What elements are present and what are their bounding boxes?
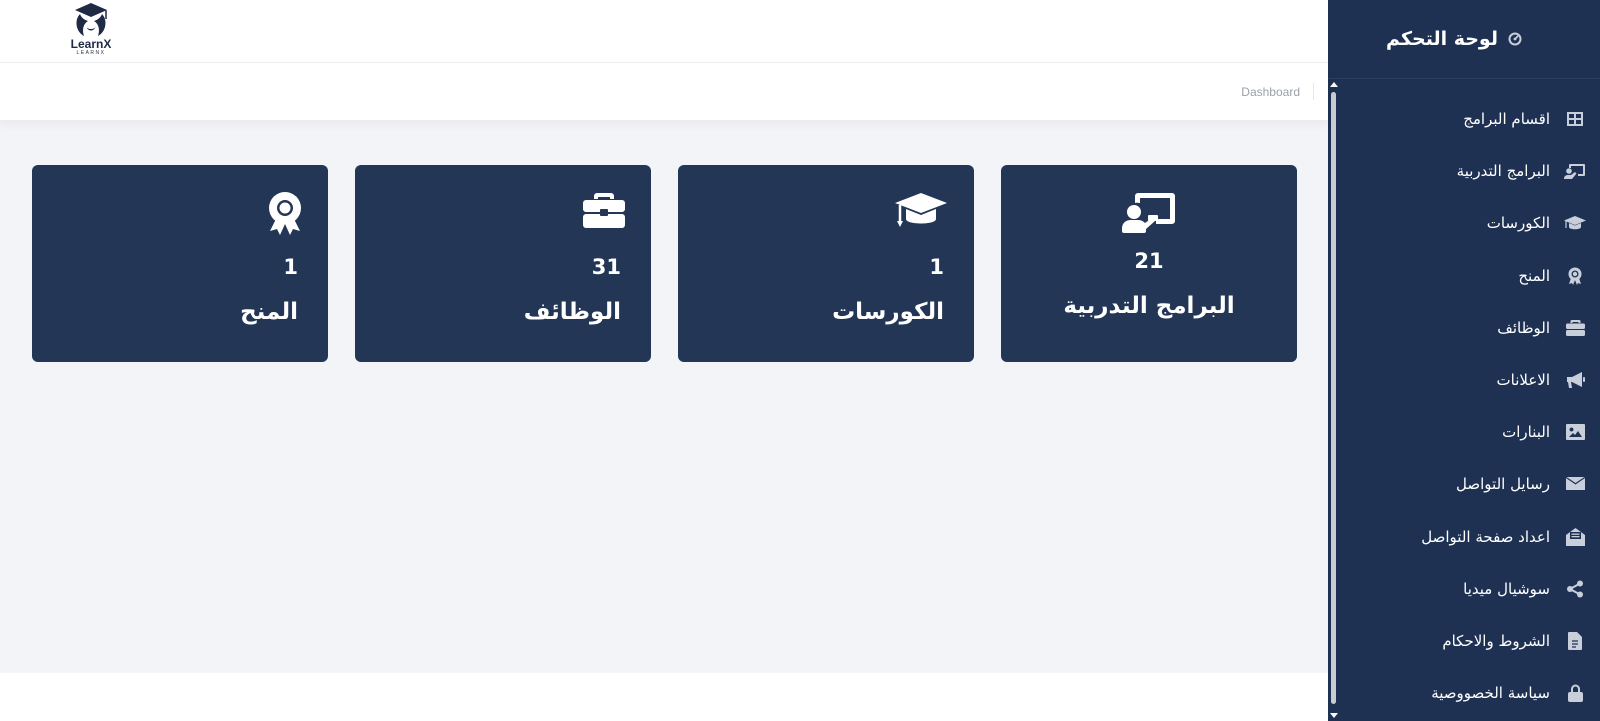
sidebar-item-label: الوظائف (1497, 318, 1550, 337)
dashboard-gauge-icon (1508, 32, 1522, 46)
stat-label: الوظائف (523, 299, 621, 325)
graduation-cap-icon (894, 191, 948, 229)
chalkboard-teacher-icon (1001, 191, 1297, 233)
stat-card-jobs[interactable]: 31 الوظائف (355, 165, 651, 362)
sidebar-item-ads[interactable]: الاعلانات (1334, 354, 1600, 406)
main-content: 1 المنح 31 الوظائف 1 الكورسات 21 البرامج… (0, 120, 1328, 673)
scroll-up-arrow-icon[interactable] (1330, 82, 1338, 87)
share-icon (1564, 578, 1586, 600)
sidebar-item-contact-page-settings[interactable]: اعداد صفحة التواصل (1334, 511, 1600, 563)
stat-value: 31 (591, 255, 621, 279)
sidebar-item-label: الاعلانات (1496, 371, 1551, 390)
sidebar-scrollbar[interactable] (1329, 79, 1339, 721)
image-icon (1564, 421, 1586, 443)
award-icon (1564, 265, 1586, 287)
sidebar-header[interactable]: لوحة التحكم (1328, 0, 1600, 79)
stat-value: 21 (1134, 249, 1164, 273)
envelope-icon (1564, 473, 1586, 495)
stat-card-scholarships[interactable]: 1 المنح (32, 165, 328, 362)
document-icon (1564, 630, 1586, 652)
sidebar-item-label: سوشيال ميديا (1463, 579, 1550, 598)
grid-icon (1564, 108, 1586, 130)
scrollbar-thumb[interactable] (1331, 92, 1336, 704)
top-header: LearnX LEARNX (0, 0, 1328, 63)
sidebar-item-scholarships[interactable]: المنح (1334, 250, 1600, 302)
sidebar-item-courses[interactable]: الكورسات (1334, 197, 1600, 249)
logo-subtitle: LEARNX (76, 50, 106, 56)
sidebar-item-label: اعداد صفحة التواصل (1421, 527, 1550, 546)
stat-card-training-programs[interactable]: 21 البرامج التدربية (1001, 165, 1297, 362)
sidebar: لوحة التحكم اقسام البرامج البرامج التدرب… (1328, 0, 1600, 721)
breadcrumb-dashboard[interactable]: Dashboard (1241, 85, 1300, 99)
sidebar-item-contact-messages[interactable]: رسايل التواصل (1334, 458, 1600, 510)
award-icon (268, 191, 302, 235)
stat-label: الكورسات (832, 299, 944, 325)
lock-icon (1564, 682, 1586, 704)
sidebar-item-label: البنارات (1502, 423, 1550, 442)
sidebar-item-label: الكورسات (1486, 214, 1550, 233)
sidebar-item-label: المنح (1518, 266, 1550, 285)
breadcrumb-divider (1313, 83, 1314, 100)
sidebar-item-label: سياسة الخصووصية (1431, 684, 1550, 703)
briefcase-icon (583, 191, 625, 229)
footer-area (0, 673, 1328, 721)
sidebar-item-label: رسايل التواصل (1456, 475, 1550, 494)
stat-value: 1 (929, 255, 944, 279)
sidebar-item-terms[interactable]: الشروط والاحكام (1334, 615, 1600, 667)
sidebar-nav: اقسام البرامج البرامج التدربية الكورسات … (1334, 93, 1600, 719)
stat-label: المنح (240, 299, 298, 325)
sidebar-item-privacy[interactable]: سياسة الخصووصية (1334, 667, 1600, 719)
stat-label: البرامج التدربية (1063, 293, 1235, 319)
sidebar-item-program-categories[interactable]: اقسام البرامج (1334, 93, 1600, 145)
sidebar-title: لوحة التحكم (1386, 28, 1498, 50)
sidebar-item-label: الشروط والاحكام (1442, 631, 1550, 650)
sidebar-item-social-media[interactable]: سوشيال ميديا (1334, 563, 1600, 615)
sidebar-item-label: اقسام البرامج (1463, 110, 1550, 129)
scroll-down-arrow-icon[interactable] (1330, 713, 1338, 718)
breadcrumb-bar: Dashboard (0, 63, 1328, 120)
chalkboard-teacher-icon (1564, 160, 1586, 182)
sidebar-item-banners[interactable]: البنارات (1334, 406, 1600, 458)
sidebar-item-jobs[interactable]: الوظائف (1334, 302, 1600, 354)
logo-title: LearnX (70, 37, 112, 51)
megaphone-icon (1564, 369, 1586, 391)
sidebar-item-training-programs[interactable]: البرامج التدربية (1334, 145, 1600, 197)
logo-graduate-icon (75, 3, 107, 36)
envelope-open-icon (1564, 526, 1586, 548)
sidebar-item-label: البرامج التدربية (1456, 162, 1550, 181)
logo[interactable]: LearnX LEARNX (33, 0, 149, 62)
graduation-cap-icon (1564, 212, 1586, 234)
stat-card-courses[interactable]: 1 الكورسات (678, 165, 974, 362)
stat-value: 1 (283, 255, 298, 279)
briefcase-icon (1564, 317, 1586, 339)
